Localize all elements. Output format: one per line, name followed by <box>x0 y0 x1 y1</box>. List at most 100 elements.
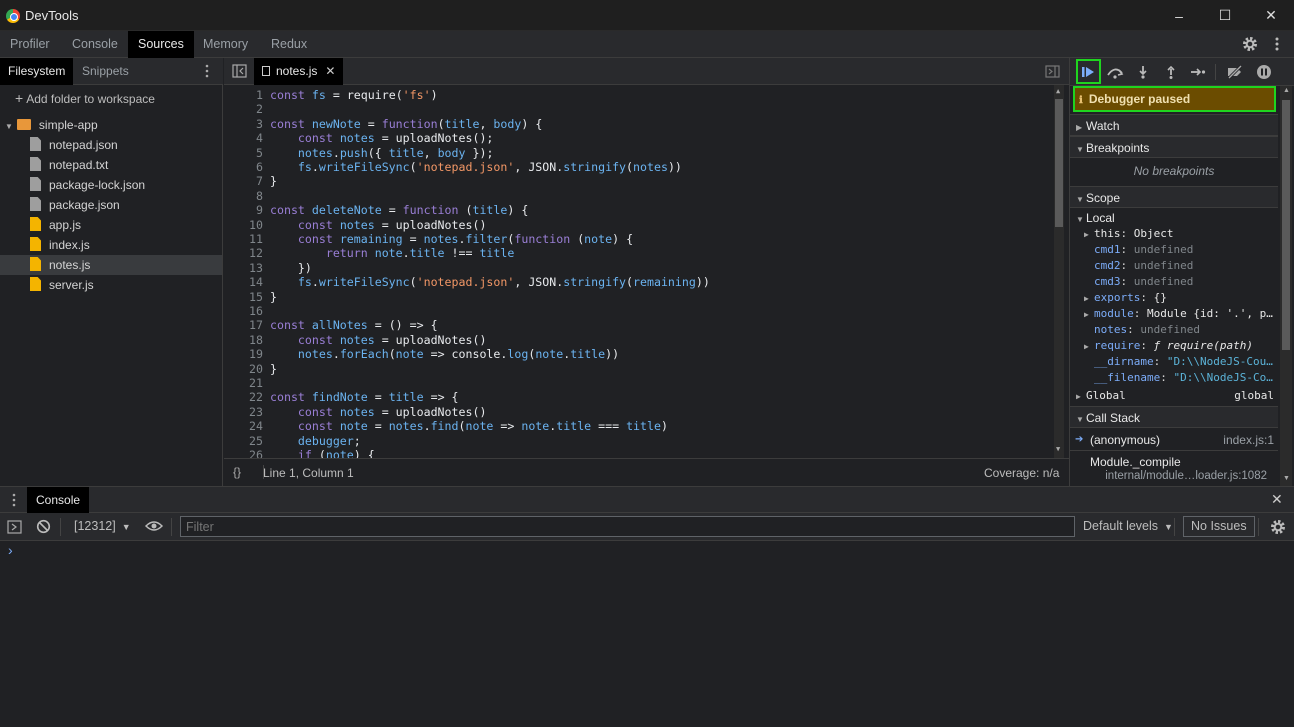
maximize-button[interactable]: ☐ <box>1202 0 1248 31</box>
console-filter-input[interactable] <box>180 516 1075 537</box>
tab-console[interactable]: Console <box>62 31 128 58</box>
sidebar-scrollbar[interactable]: ▲ ▼ <box>1280 86 1292 486</box>
more-options-icon[interactable] <box>1272 35 1282 53</box>
add-folder-button[interactable]: + Add folder to workspace <box>0 88 222 108</box>
file-index-js[interactable]: index.js <box>0 235 222 255</box>
local-scope-header[interactable]: ▼ Local <box>1070 210 1278 226</box>
call-frame-anonymous[interactable]: ➔ (anonymous) index.js:1 <box>1070 429 1278 451</box>
call-frame-module-compile[interactable]: Module._compile internal/module…loader.j… <box>1070 453 1278 486</box>
step-button[interactable] <box>1187 61 1209 83</box>
code-line[interactable]: 16 <box>224 304 1054 318</box>
scroll-down-icon[interactable]: ▼ <box>1283 475 1290 482</box>
deactivate-breakpoints-button[interactable] <box>1224 61 1246 83</box>
scope-variable-module[interactable]: ▶ module: Module {id: '.', p… <box>1070 306 1278 322</box>
toggle-debugger-icon[interactable] <box>1045 65 1061 78</box>
editor-scrollbar[interactable]: ▲ ▼ <box>1054 85 1064 458</box>
scope-variable-exports[interactable]: ▶ exports: {} <box>1070 290 1278 306</box>
close-tab-icon[interactable]: ✕ <box>325 64 335 78</box>
watch-section-header[interactable]: ▶ Watch <box>1070 114 1278 136</box>
line-number[interactable]: 24 <box>224 419 263 433</box>
folder-simple-app[interactable]: ▼ simple-app <box>0 115 222 135</box>
code-line[interactable]: 14 fs.writeFileSync('notepad.json', JSON… <box>224 275 1054 289</box>
close-window-button[interactable]: ✕ <box>1248 0 1294 31</box>
line-number[interactable]: 6 <box>224 160 263 174</box>
code-line[interactable]: 24 const note = notes.find(note => note.… <box>224 419 1054 433</box>
line-number[interactable]: 26 <box>224 448 263 458</box>
tab-snippets[interactable]: Snippets <box>74 58 137 85</box>
line-number[interactable]: 14 <box>224 275 263 289</box>
scroll-up-icon[interactable]: ▲ <box>1056 87 1060 95</box>
toggle-navigator-icon[interactable] <box>232 64 248 78</box>
scope-variable-notes[interactable]: notes: undefined <box>1070 322 1278 338</box>
scope-variable-require[interactable]: ▶ require: ƒ require(path) <box>1070 338 1278 354</box>
scope-variable-cmd1[interactable]: cmd1: undefined <box>1070 242 1278 258</box>
line-number[interactable]: 22 <box>224 390 263 404</box>
code-line[interactable]: 8 <box>224 189 1054 203</box>
clear-console-icon[interactable] <box>36 519 51 534</box>
global-scope-row[interactable]: ▶ Global global <box>1070 388 1278 404</box>
code-line[interactable]: 9 const deleteNote = function (title) { <box>224 203 1054 217</box>
line-number[interactable]: 18 <box>224 333 263 347</box>
line-number[interactable]: 21 <box>224 376 263 390</box>
tab-sources[interactable]: Sources <box>128 31 194 58</box>
scope-variable-cmd2[interactable]: cmd2: undefined <box>1070 258 1278 274</box>
code-line[interactable]: 20} <box>224 362 1054 376</box>
live-expression-eye-icon[interactable] <box>144 519 164 533</box>
drawer-menu-icon[interactable] <box>10 492 18 508</box>
step-into-button[interactable] <box>1132 61 1154 83</box>
editor-scroll-thumb[interactable] <box>1055 99 1063 227</box>
line-number[interactable]: 5 <box>224 146 263 160</box>
code-line[interactable]: 22 const findNote = title => { <box>224 390 1054 404</box>
pretty-print-icon[interactable]: {} <box>233 465 241 479</box>
code-line[interactable]: 25 debugger; <box>224 434 1054 448</box>
tab-profiler[interactable]: Profiler <box>0 31 60 58</box>
file-notepad-txt[interactable]: notepad.txt <box>0 155 222 175</box>
tab-memory[interactable]: Memory <box>193 31 258 58</box>
tab-filesystem[interactable]: Filesystem <box>0 58 74 85</box>
breakpoints-section-header[interactable]: ▼ Breakpoints <box>1070 136 1278 158</box>
line-number[interactable]: 20 <box>224 362 263 376</box>
line-number[interactable]: 11 <box>224 232 263 246</box>
call-stack-section-header[interactable]: ▼ Call Stack <box>1070 406 1278 428</box>
scope-variable-dirname[interactable]: __dirname: "D:\\NodeJS-Cou… <box>1070 354 1278 370</box>
line-number[interactable]: 10 <box>224 218 263 232</box>
scroll-down-icon[interactable]: ▼ <box>1056 445 1060 453</box>
step-out-button[interactable] <box>1160 61 1182 83</box>
code-line[interactable]: 2 <box>224 102 1054 116</box>
file-package-json[interactable]: package.json <box>0 195 222 215</box>
line-number[interactable]: 16 <box>224 304 263 318</box>
line-number[interactable]: 23 <box>224 405 263 419</box>
log-levels-dropdown[interactable]: Default levels ▼ <box>1083 519 1173 533</box>
show-sidebar-icon[interactable] <box>7 520 23 534</box>
file-notes-js[interactable]: notes.js <box>0 255 222 275</box>
code-editor[interactable]: 1 const fs = require('fs') 2 3 const newNote… <box>224 85 1069 458</box>
scope-variable-this[interactable]: ▶ this: Object <box>1070 226 1278 242</box>
sidebar-scroll-thumb[interactable] <box>1282 100 1290 350</box>
step-over-button[interactable] <box>1104 61 1126 83</box>
pause-on-exceptions-button[interactable] <box>1253 61 1275 83</box>
code-line[interactable]: 13 }) <box>224 261 1054 275</box>
code-line[interactable]: 10 const notes = uploadNotes() <box>224 218 1054 232</box>
line-number[interactable]: 7 <box>224 174 263 188</box>
file-notepad-json[interactable]: notepad.json <box>0 135 222 155</box>
scope-section-header[interactable]: ▼ Scope <box>1070 186 1278 208</box>
code-line[interactable]: 21 <box>224 376 1054 390</box>
drawer-tab-console[interactable]: Console <box>27 487 90 513</box>
editor-tab-notes-js[interactable]: notes.js ✕ <box>254 58 344 85</box>
line-number[interactable]: 2 <box>224 102 263 116</box>
file-server-js[interactable]: server.js <box>0 275 222 295</box>
scope-variable-filename[interactable]: __filename: "D:\\NodeJS-Co… <box>1070 370 1278 386</box>
navigator-menu-icon[interactable] <box>203 63 211 79</box>
tab-redux[interactable]: Redux <box>261 31 317 58</box>
scroll-up-icon[interactable]: ▲ <box>1283 87 1290 94</box>
code-line[interactable]: 6 fs.writeFileSync('notepad.json', JSON.… <box>224 160 1054 174</box>
line-number[interactable]: 25 <box>224 434 263 448</box>
console-output[interactable]: › <box>0 541 1294 727</box>
line-number[interactable]: 13 <box>224 261 263 275</box>
code-line[interactable]: 26 if (note) { <box>224 448 1054 458</box>
minimize-button[interactable]: – <box>1156 0 1202 31</box>
code-line[interactable]: 18 const notes = uploadNotes() <box>224 333 1054 347</box>
line-number[interactable]: 8 <box>224 189 263 203</box>
code-line[interactable]: 15} <box>224 290 1054 304</box>
scope-variable-cmd3[interactable]: cmd3: undefined <box>1070 274 1278 290</box>
